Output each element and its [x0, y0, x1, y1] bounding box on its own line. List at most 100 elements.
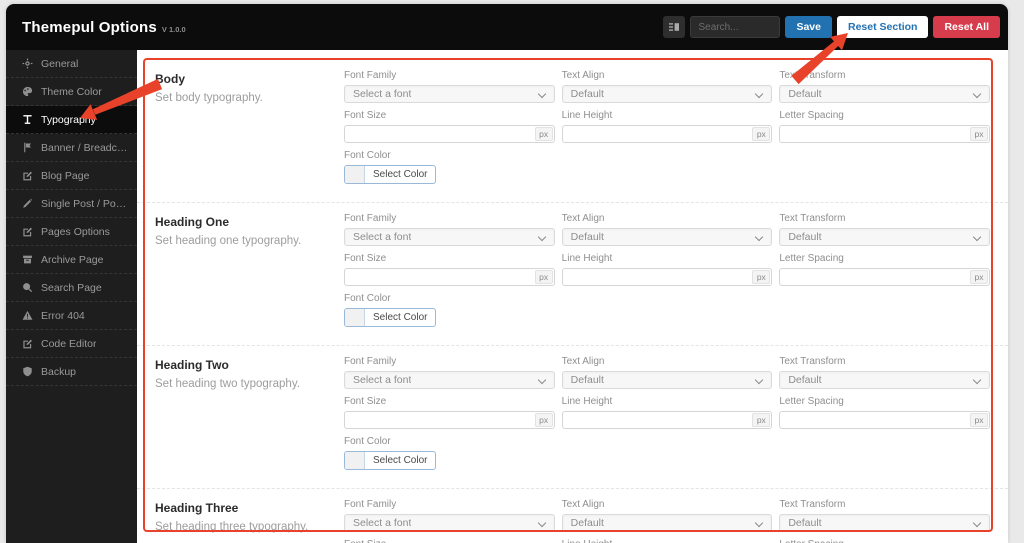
font-size-input[interactable] — [346, 127, 535, 141]
flag-icon — [22, 142, 33, 153]
text-transform-field: Text Transform Default — [779, 499, 990, 532]
font-family-label: Font Family — [344, 356, 397, 367]
line-height-input-wrap: px — [561, 411, 773, 429]
font-size-input-wrap: px — [344, 411, 555, 429]
sidebar-item-label: Backup — [41, 365, 77, 378]
topbar: Themepul Options V 1.0.0 Save Reset Sect… — [6, 4, 1008, 50]
sidebar-item-code-editor[interactable]: Code Editor — [6, 330, 137, 358]
section-description: Set heading one typography. — [155, 235, 302, 247]
edit-square-icon — [22, 226, 33, 237]
sidebar: General Theme Color Typography Banner / … — [6, 50, 137, 543]
text-align-label: Text Align — [561, 499, 605, 510]
color-swatch — [345, 309, 365, 326]
line-height-label: Line Height — [562, 539, 773, 543]
sidebar-item-label: General — [41, 57, 79, 70]
select-color-button[interactable]: Select Color — [344, 165, 437, 184]
letter-spacing-field: Letter Spacing px — [779, 396, 990, 429]
line-height-input[interactable] — [563, 270, 753, 284]
font-size-label: Font Size — [344, 253, 387, 264]
font-color-label: Font Color — [344, 293, 391, 304]
text-transform-select[interactable]: Default — [779, 371, 990, 389]
text-align-select[interactable]: Default — [561, 371, 773, 389]
letter-spacing-input-wrap: px — [779, 125, 990, 143]
sidebar-item-label: Search Page — [41, 281, 102, 294]
sidebar-item-typography[interactable]: Typography — [6, 106, 137, 134]
sidebar-item-general[interactable]: General — [6, 50, 137, 78]
typography-section: Body Set body typography. Font Family Se… — [137, 60, 1008, 202]
font-size-input[interactable] — [346, 270, 535, 284]
sidebar-item-label: Typography — [41, 113, 96, 126]
letter-spacing-input[interactable] — [781, 270, 970, 284]
search-input[interactable] — [690, 16, 781, 38]
text-align-value: Default — [570, 88, 604, 100]
letter-spacing-field: Letter Spacing px — [779, 539, 990, 543]
font-family-select[interactable]: Select a font — [344, 228, 555, 246]
text-transform-select[interactable]: Default — [779, 85, 990, 103]
reset-all-button[interactable]: Reset All — [933, 16, 1000, 38]
typography-icon — [22, 114, 33, 125]
section-title: Heading Three — [155, 501, 239, 515]
sidebar-item-archive-page[interactable]: Archive Page — [6, 246, 137, 274]
sidebar-item-blog-page[interactable]: Blog Page — [6, 162, 137, 190]
text-transform-field: Text Transform Default — [779, 213, 990, 246]
line-height-input[interactable] — [563, 127, 753, 141]
text-transform-field: Text Transform Default — [779, 356, 990, 389]
font-size-field: Font Size px — [344, 396, 555, 429]
section-description: Set heading three typography. — [155, 521, 309, 533]
px-unit-suffix: px — [970, 270, 988, 284]
sidebar-item-label: Code Editor — [41, 337, 97, 350]
typography-sections: Body Set body typography. Font Family Se… — [137, 50, 1008, 543]
font-size-label: Font Size — [344, 539, 555, 543]
section-description: Set heading two typography. — [155, 378, 300, 390]
sidebar-item-label: Theme Color — [41, 85, 102, 98]
select-color-button[interactable]: Select Color — [344, 451, 437, 470]
topbar-actions: Save Reset Section Reset All — [663, 16, 1000, 38]
font-family-field: Font Family Select a font — [344, 70, 555, 103]
font-size-input-wrap: px — [344, 268, 555, 286]
text-align-label: Text Align — [561, 213, 605, 224]
sidebar-item-theme-color[interactable]: Theme Color — [6, 78, 137, 106]
px-unit-suffix: px — [752, 127, 771, 141]
section-title: Heading Two — [155, 358, 229, 372]
text-align-select[interactable]: Default — [561, 514, 773, 532]
line-height-input[interactable] — [563, 413, 753, 427]
sidebar-item-backup[interactable]: Backup — [6, 358, 137, 386]
text-transform-select[interactable]: Default — [779, 514, 990, 532]
font-family-field: Font Family Select a font — [344, 213, 555, 246]
sidebar-item-search-page[interactable]: Search Page — [6, 274, 137, 302]
letter-spacing-input[interactable] — [781, 127, 970, 141]
sidebar-item-banner-breadcrumb[interactable]: Banner / Breadcrumb Area — [6, 134, 137, 162]
section-description: Set body typography. — [155, 92, 263, 104]
font-size-input[interactable] — [346, 413, 535, 427]
sidebar-item-label: Blog Page — [41, 169, 90, 182]
save-button[interactable]: Save — [785, 16, 832, 38]
line-height-label: Line Height — [561, 110, 613, 121]
text-transform-value: Default — [788, 231, 822, 243]
sidebar-item-single-post[interactable]: Single Post / Post Details — [6, 190, 137, 218]
px-unit-suffix: px — [752, 270, 771, 284]
color-swatch — [345, 166, 365, 183]
line-height-label: Line Height — [561, 253, 613, 264]
letter-spacing-input[interactable] — [781, 413, 970, 427]
select-color-button[interactable]: Select Color — [344, 308, 437, 327]
font-family-label: Font Family — [344, 499, 397, 510]
text-transform-label: Text Transform — [779, 213, 846, 224]
sidebar-item-error-404[interactable]: Error 404 — [6, 302, 137, 330]
sidebar-item-label: Pages Options — [41, 225, 110, 238]
font-family-value: Select a font — [353, 231, 412, 243]
app-version: V 1.0.0 — [161, 24, 186, 34]
font-size-input-wrap: px — [344, 125, 555, 143]
text-transform-label: Text Transform — [779, 499, 846, 510]
sidebar-item-label: Error 404 — [41, 309, 85, 322]
font-family-select[interactable]: Select a font — [344, 514, 555, 532]
font-family-select[interactable]: Select a font — [344, 85, 555, 103]
sidebar-item-pages-options[interactable]: Pages Options — [6, 218, 137, 246]
font-family-select[interactable]: Select a font — [344, 371, 555, 389]
panel-toggle-button[interactable] — [663, 16, 686, 38]
text-transform-select[interactable]: Default — [779, 228, 990, 246]
text-align-select[interactable]: Default — [561, 228, 773, 246]
reset-section-button[interactable]: Reset Section — [837, 16, 929, 38]
palette-icon — [22, 86, 33, 97]
letter-spacing-label: Letter Spacing — [779, 539, 990, 543]
text-align-select[interactable]: Default — [561, 85, 773, 103]
